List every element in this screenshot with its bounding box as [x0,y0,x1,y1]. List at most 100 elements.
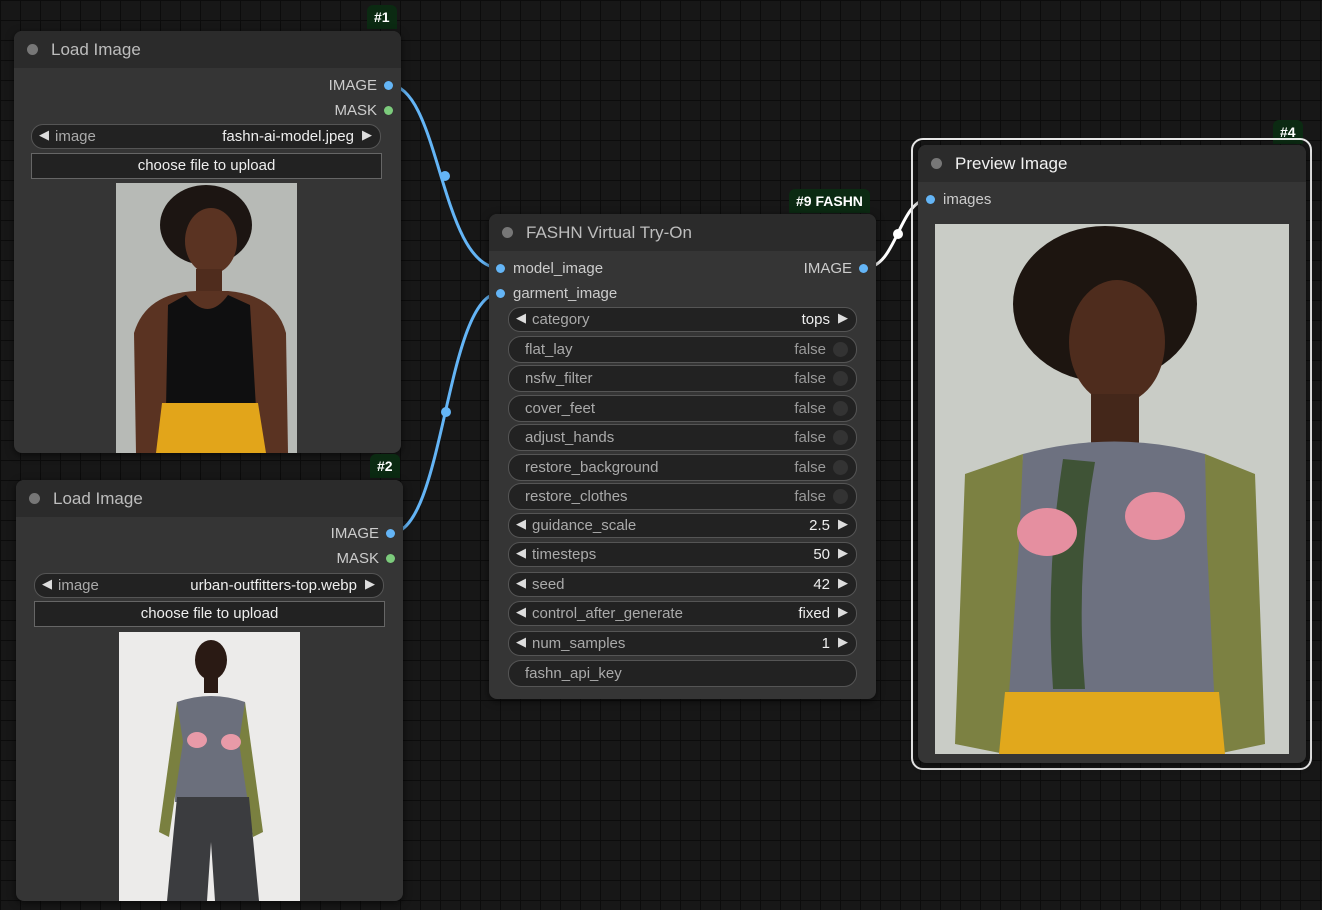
widget-value: false [794,341,826,358]
image-combo[interactable]: ◀ image urban-outfitters-top.webp ▶ [34,573,384,598]
node-title: Preview Image [955,153,1068,173]
link-midpoint [440,171,450,181]
output-image-port[interactable] [384,81,393,90]
collapse-dot-icon[interactable] [931,158,942,169]
input-garment-image-port[interactable] [496,289,505,298]
toggle-knob-icon [833,371,848,386]
arrow-left-icon[interactable]: ◀ [42,576,52,592]
widget-label: restore_clothes [525,488,628,505]
arrow-left-icon[interactable]: ◀ [516,634,526,650]
preview-image-node[interactable]: Preview Image images [918,145,1306,763]
output-image-port[interactable] [859,264,868,273]
control-after-generate-combo[interactable]: ◀ control_after_generate fixed ▶ [508,601,857,626]
output-image-label: IMAGE [328,77,377,94]
image-preview-garment [119,632,300,901]
node-title: Load Image [53,488,143,508]
toggle-knob-icon [833,430,848,445]
input-garment-image-label: garment_image [513,285,618,302]
node-title-bar[interactable]: Load Image [14,31,401,68]
node-id-badge: #9 FASHN [789,189,870,213]
widget-value: 2.5 [809,517,830,534]
widget-value: false [794,459,826,476]
output-mask-port[interactable] [384,106,393,115]
output-image-label: IMAGE [330,525,379,542]
cover-feet-toggle[interactable]: cover_feet false [508,395,857,422]
arrow-left-icon[interactable]: ◀ [516,516,526,532]
restore-background-toggle[interactable]: restore_background false [508,454,857,481]
image-combo[interactable]: ◀ image fashn-ai-model.jpeg ▶ [31,124,381,149]
arrow-left-icon[interactable]: ◀ [516,604,526,620]
node-id-badge: #1 [367,5,397,29]
restore-clothes-toggle[interactable]: restore_clothes false [508,483,857,510]
widget-value: false [794,488,826,505]
widget-label: category [532,311,590,328]
toggle-knob-icon [833,460,848,475]
toggle-knob-icon [833,342,848,357]
fashn-api-key-field[interactable]: fashn_api_key [508,660,857,687]
widget-label: guidance_scale [532,517,637,534]
widget-label: seed [532,576,565,593]
preview-output-image [935,224,1289,754]
arrow-right-icon[interactable]: ▶ [838,516,848,532]
category-combo[interactable]: ◀ category tops ▶ [508,307,857,332]
output-image-port[interactable] [386,529,395,538]
widget-value: false [794,400,826,417]
arrow-left-icon[interactable]: ◀ [516,575,526,591]
output-image-label: IMAGE [803,260,852,277]
widget-value: 1 [821,635,830,652]
collapse-dot-icon[interactable] [502,227,513,238]
arrow-left-icon[interactable]: ◀ [516,545,526,561]
arrow-left-icon[interactable]: ◀ [516,310,526,326]
arrow-right-icon[interactable]: ▶ [838,604,848,620]
widget-label: flat_lay [525,341,573,358]
arrow-right-icon[interactable]: ▶ [362,127,372,143]
combo-label: image [58,577,99,594]
input-model-image-port[interactable] [496,264,505,273]
upload-button[interactable]: choose file to upload [34,601,385,627]
arrow-right-icon[interactable]: ▶ [838,575,848,591]
toggle-knob-icon [833,489,848,504]
arrow-left-icon[interactable]: ◀ [39,127,49,143]
arrow-right-icon[interactable]: ▶ [838,545,848,561]
widget-label: restore_background [525,459,659,476]
node-title-bar[interactable]: Preview Image [918,145,1306,182]
node-title: FASHN Virtual Try-On [526,222,692,242]
combo-value: fashn-ai-model.jpeg [222,128,354,145]
arrow-right-icon[interactable]: ▶ [838,634,848,650]
widget-label: num_samples [532,635,626,652]
nsfw-filter-toggle[interactable]: nsfw_filter false [508,365,857,392]
widget-value: fixed [798,605,830,622]
timesteps-number[interactable]: ◀ timesteps 50 ▶ [508,542,857,567]
load-image-node-1[interactable]: Load Image IMAGE MASK ◀ image fashn-ai-m… [14,31,401,453]
arrow-right-icon[interactable]: ▶ [365,576,375,592]
image-preview-model [116,183,297,453]
output-mask-port[interactable] [386,554,395,563]
arrow-right-icon[interactable]: ▶ [838,310,848,326]
input-images-port[interactable] [926,195,935,204]
widget-label: adjust_hands [525,429,615,446]
widget-value: false [794,370,826,387]
output-mask-label: MASK [336,550,379,567]
collapse-dot-icon[interactable] [29,493,40,504]
upload-button[interactable]: choose file to upload [31,153,382,179]
widget-value: tops [801,311,830,328]
widget-label: cover_feet [525,400,596,417]
node-id-badge: #2 [370,454,400,478]
input-model-image-label: model_image [513,260,604,277]
node-title-bar[interactable]: Load Image [16,480,403,517]
node-title-bar[interactable]: FASHN Virtual Try-On [489,214,876,251]
load-image-node-2[interactable]: Load Image IMAGE MASK ◀ image urban-outf… [16,480,403,901]
seed-number[interactable]: ◀ seed 42 ▶ [508,572,857,597]
adjust-hands-toggle[interactable]: adjust_hands false [508,424,857,451]
num-samples-number[interactable]: ◀ num_samples 1 ▶ [508,631,857,656]
widget-value: 50 [813,546,830,563]
fashn-virtual-tryon-node[interactable]: FASHN Virtual Try-On model_image IMAGE g… [489,214,876,699]
flat-lay-toggle[interactable]: flat_lay false [508,336,857,363]
guidance-scale-number[interactable]: ◀ guidance_scale 2.5 ▶ [508,513,857,538]
node-title: Load Image [51,39,141,59]
combo-value: urban-outfitters-top.webp [190,577,357,594]
link-midpoint [441,407,451,417]
widget-label: nsfw_filter [525,370,593,387]
widget-label: control_after_generate [532,605,683,622]
collapse-dot-icon[interactable] [27,44,38,55]
